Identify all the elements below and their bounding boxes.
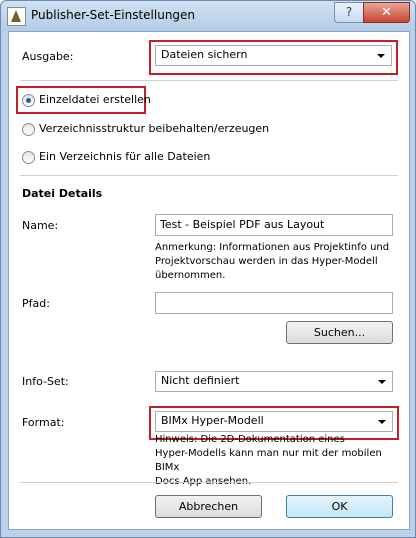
search-button[interactable]: Suchen... bbox=[286, 321, 393, 344]
ausgabe-dropdown[interactable]: Dateien sichern bbox=[155, 45, 392, 66]
radio-ein-verzeichnis-label[interactable]: Ein Verzeichnis für alle Dateien bbox=[39, 150, 210, 163]
infoset-dropdown[interactable]: Nicht definiert bbox=[155, 371, 393, 392]
ausgabe-value: Dateien sichern bbox=[161, 48, 248, 61]
window-title: Publisher-Set-Einstellungen bbox=[31, 8, 196, 22]
help-button[interactable]: ? bbox=[334, 2, 364, 23]
format-note: Hinweis: Die 2D-Dokumentation eines Hype… bbox=[155, 433, 409, 489]
name-input[interactable]: Test - Beispiel PDF aus Layout bbox=[155, 214, 393, 236]
format-note-line: Hinweis: Die 2D-Dokumentation eines bbox=[155, 434, 345, 445]
chevron-down-icon bbox=[378, 420, 386, 424]
format-note-line: Hyper-Modells kann man nur mit der mobil… bbox=[155, 448, 382, 473]
name-note-line: Anmerkung: Informationen aus Projektinfo… bbox=[155, 242, 390, 253]
close-button[interactable]: ✕ bbox=[363, 2, 410, 23]
title-bar[interactable]: Publisher-Set-Einstellungen ? ✕ bbox=[1, 1, 415, 31]
name-note-line: übernommen. bbox=[155, 270, 226, 281]
ausgabe-label: Ausgabe: bbox=[22, 50, 74, 63]
radio-einzeldatei-label[interactable]: Einzeldatei erstellen bbox=[39, 93, 151, 106]
path-label: Pfad: bbox=[22, 297, 50, 310]
infoset-value: Nicht definiert bbox=[161, 374, 240, 387]
name-value: Test - Beispiel PDF aus Layout bbox=[160, 218, 325, 231]
ok-button[interactable]: OK bbox=[286, 495, 393, 518]
divider bbox=[20, 482, 398, 483]
section-heading: Datei Details bbox=[22, 187, 103, 200]
dialog-window: Publisher-Set-Einstellungen ? ✕ Ausgabe:… bbox=[0, 0, 416, 538]
format-dropdown[interactable]: BIMx Hyper-Modell bbox=[155, 411, 393, 432]
app-icon bbox=[7, 7, 26, 26]
divider bbox=[20, 175, 398, 176]
divider bbox=[20, 80, 398, 81]
chevron-down-icon bbox=[378, 380, 386, 384]
cancel-button[interactable]: Abbrechen bbox=[155, 495, 262, 518]
format-value: BIMx Hyper-Modell bbox=[161, 414, 264, 427]
format-label: Format: bbox=[22, 416, 65, 429]
name-note-line: Projektvorschau werden in das Hyper-Mode… bbox=[155, 256, 378, 267]
name-note: Anmerkung: Informationen aus Projektinfo… bbox=[155, 241, 389, 283]
dialog-content: Ausgabe: Dateien sichern Einzeldatei ers… bbox=[8, 31, 410, 530]
radio-einzeldatei[interactable] bbox=[22, 94, 35, 107]
radio-ein-verzeichnis[interactable] bbox=[22, 151, 35, 164]
path-input[interactable] bbox=[155, 292, 393, 314]
infoset-label: Info-Set: bbox=[22, 375, 69, 388]
radio-verzeichnisstruktur[interactable] bbox=[22, 123, 35, 136]
name-label: Name: bbox=[22, 219, 59, 232]
chevron-down-icon bbox=[377, 54, 385, 58]
radio-verzeichnisstruktur-label[interactable]: Verzeichnisstruktur beibehalten/erzeugen bbox=[39, 122, 269, 135]
